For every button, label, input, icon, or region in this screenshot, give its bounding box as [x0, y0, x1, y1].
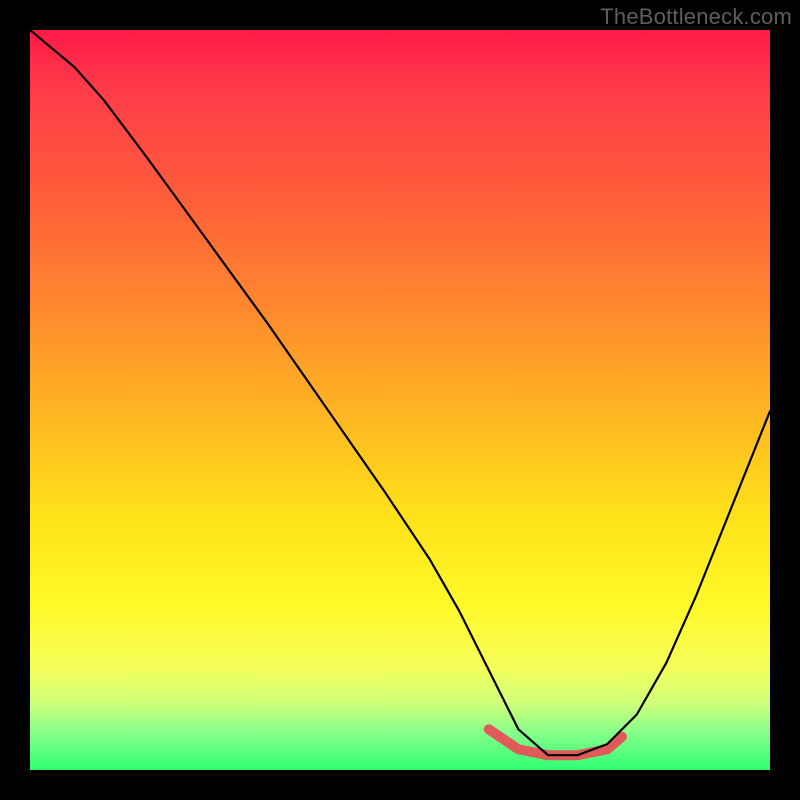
chart-plot-area — [30, 30, 770, 770]
trough-highlight — [489, 729, 622, 755]
bottleneck-curve — [30, 30, 770, 755]
watermark-text: TheBottleneck.com — [600, 4, 792, 30]
curve-svg — [30, 30, 770, 770]
